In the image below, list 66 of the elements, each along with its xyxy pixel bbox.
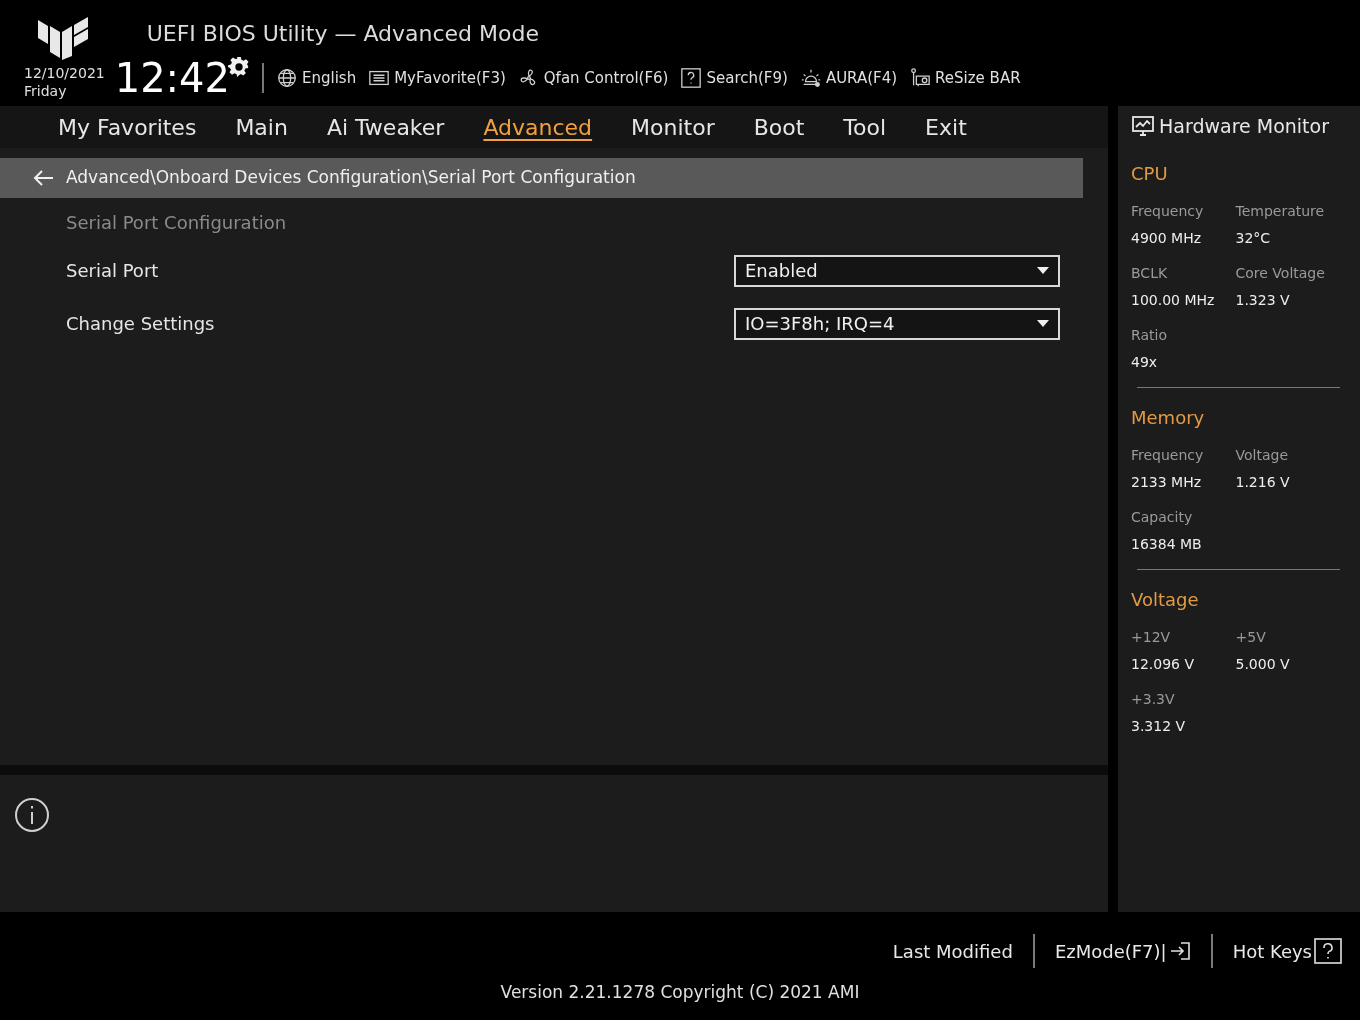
section-title: Memory xyxy=(1131,407,1205,428)
clock-text: 12:42 xyxy=(114,56,230,100)
toolbar-button[interactable]: Qfan Control(F6) xyxy=(517,66,669,90)
setting-label: Change Settings xyxy=(66,312,215,336)
info-icon xyxy=(14,797,50,833)
stat-value: 16384 MB xyxy=(1131,535,1203,554)
menu-tab[interactable]: Advanced xyxy=(483,110,593,144)
stat-label: +12V xyxy=(1131,628,1172,647)
footer-button[interactable]: EzMode(F7)| xyxy=(1054,937,1191,965)
stat-label: Frequency xyxy=(1131,446,1205,465)
version-text: Version 2.21.1278 Copyright (C) 2021 AMI xyxy=(500,981,860,1004)
footer-button[interactable]: Hot Keys xyxy=(1232,937,1342,965)
section-title: CPU xyxy=(1131,163,1168,184)
stat-value: 32°C xyxy=(1235,229,1272,248)
stat-label: Capacity xyxy=(1131,508,1194,527)
stat-value: 4900 MHz xyxy=(1131,229,1203,248)
dropdown[interactable]: Enabled xyxy=(734,254,1060,287)
menu-tab[interactable]: Boot xyxy=(753,110,805,144)
lamp-icon xyxy=(799,67,822,89)
toolbar-button[interactable]: AURA(F4) xyxy=(799,66,898,90)
graphics-card-icon xyxy=(909,67,932,89)
back-arrow-icon[interactable] xyxy=(32,169,54,187)
exit-arrow-icon xyxy=(1168,941,1191,961)
gear-icon[interactable] xyxy=(228,56,250,78)
menu-tab[interactable]: Main xyxy=(235,110,288,144)
monitor-icon xyxy=(1131,114,1155,138)
question-icon xyxy=(680,67,703,89)
toolbar-button[interactable]: English xyxy=(276,66,357,90)
caret-icon xyxy=(1037,320,1049,327)
dropdown[interactable]: IO=3F8h; IRQ=4 xyxy=(734,307,1060,340)
stat-value: 1.323 V xyxy=(1235,291,1291,310)
globe-icon xyxy=(276,67,298,89)
toolbar-button[interactable]: ReSize BAR xyxy=(909,66,1021,90)
stat-label: Ratio xyxy=(1131,326,1168,345)
setting-label: Serial Port xyxy=(66,259,159,283)
stat-value: 12.096 V xyxy=(1131,655,1195,674)
stat-value: 49x xyxy=(1131,353,1159,372)
stat-label: +5V xyxy=(1235,628,1267,647)
stat-label: Voltage xyxy=(1235,446,1289,465)
toolbar-button[interactable]: Search(F9) xyxy=(680,66,788,90)
stat-label: Core Voltage xyxy=(1235,264,1326,283)
window-title: UEFI BIOS Utility — Advanced Mode xyxy=(146,20,540,48)
stat-value: 2133 MHz xyxy=(1131,473,1203,492)
section-heading: Serial Port Configuration xyxy=(66,210,287,235)
stat-label: +3.3V xyxy=(1131,690,1176,709)
panel-title: Hardware Monitor xyxy=(1159,113,1329,139)
menu-tab[interactable]: Ai Tweaker xyxy=(326,110,445,144)
caret-icon xyxy=(1037,267,1049,274)
menu-tab[interactable]: My Favorites xyxy=(58,110,197,144)
toolbar-button[interactable]: MyFavorite(F3) xyxy=(368,66,506,90)
day-text: Friday xyxy=(24,82,68,100)
breadcrumb-text: Advanced\Onboard Devices Configuration\Serial Port Configuration xyxy=(66,166,636,190)
stat-label: BCLK xyxy=(1131,264,1169,283)
stat-value: 3.312 V xyxy=(1131,717,1187,736)
stat-value: 100.00 MHz xyxy=(1131,291,1216,310)
stat-value: 5.000 V xyxy=(1235,655,1291,674)
stat-value: 1.216 V xyxy=(1235,473,1291,492)
section-title: Voltage xyxy=(1131,589,1199,610)
menu-tab[interactable]: Tool xyxy=(843,110,887,144)
stat-label: Temperature xyxy=(1235,202,1326,221)
menu-tab[interactable]: Exit xyxy=(925,110,967,144)
stat-label: Frequency xyxy=(1131,202,1205,221)
footer-button[interactable]: Last Modified xyxy=(892,937,1013,965)
menu-tab[interactable]: Monitor xyxy=(631,110,715,144)
date-text: 12/10/2021 xyxy=(24,64,105,82)
question-icon xyxy=(1314,938,1342,964)
